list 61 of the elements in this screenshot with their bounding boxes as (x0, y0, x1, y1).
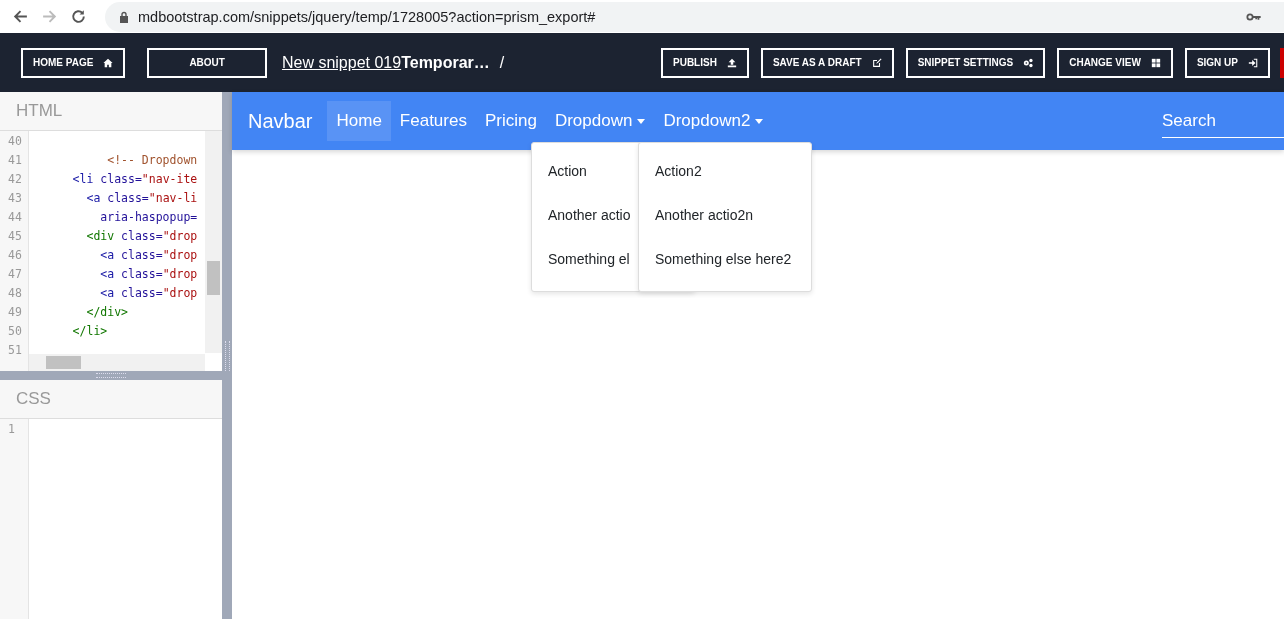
back-icon[interactable] (12, 8, 29, 25)
header-button[interactable]: SNIPPET SETTINGS (905, 47, 1046, 78)
header-button[interactable]: HOME PAGE (21, 47, 126, 78)
editor-title: HTML (16, 101, 63, 121)
nav-link[interactable]: Features (390, 101, 476, 141)
lock-icon (119, 10, 129, 23)
header-button[interactable]: PUBLISH (661, 47, 749, 78)
split-handle[interactable] (222, 92, 232, 619)
dropdown-item[interactable]: Action2 (639, 149, 811, 193)
line-number: 46 (7, 247, 23, 262)
vertical-scrollbar[interactable] (205, 131, 222, 353)
line-number: 41 (7, 152, 23, 167)
code-line: <a class="nav-li (85, 190, 199, 205)
code-line: </li> (71, 323, 109, 338)
line-number: 1 (7, 421, 16, 436)
code-line: <a class="drop (99, 247, 199, 262)
header-button[interactable]: ABOUT (147, 47, 267, 78)
upload-icon (726, 57, 737, 68)
code-line: <!-- Dropdown (106, 152, 199, 167)
header-button[interactable]: SIGN UP (1184, 47, 1270, 78)
line-number: 43 (7, 190, 23, 205)
gears-icon (1023, 57, 1034, 68)
resize-handle[interactable] (0, 371, 222, 380)
code-line: </div> (85, 304, 129, 319)
nav-link[interactable]: Pricing (475, 101, 546, 141)
line-number: 42 (7, 171, 23, 186)
edit-icon (871, 57, 882, 68)
navbar-brand[interactable]: Navbar (248, 109, 313, 133)
line-number: 45 (7, 228, 23, 243)
line-number: 47 (7, 266, 23, 281)
url-text: mdbootstrap.com/snippets/jquery/temp/1728005?action=prism_export# (138, 8, 596, 25)
forward-icon[interactable] (41, 8, 58, 25)
path-separator: / (499, 53, 505, 72)
sign-in-icon (1248, 57, 1258, 68)
line-number: 51 (7, 342, 23, 357)
dropdown-item[interactable]: Something else here2 (639, 237, 811, 281)
line-number: 48 (7, 285, 23, 300)
line-number: 49 (7, 304, 23, 319)
code-line: aria-haspopup= (99, 209, 199, 224)
code-line: <a class="drop (99, 266, 199, 281)
code-line: <a class="drop (99, 285, 199, 300)
address-bar[interactable]: mdbootstrap.com/snippets/jquery/temp/1728005?action=prism_export# (105, 1, 1284, 32)
nav-link[interactable]: Dropdown (545, 101, 655, 141)
nav-link[interactable]: Dropdown2 (654, 101, 773, 141)
header-button[interactable]: SAVE AS A DRAFT (760, 47, 894, 78)
line-number: 40 (7, 133, 23, 148)
snippet-link[interactable]: New snippet 019 (281, 53, 402, 72)
editor-title: CSS (16, 389, 51, 409)
reload-icon[interactable] (70, 8, 87, 25)
line-number: 44 (7, 209, 23, 224)
grid-icon (1150, 57, 1161, 68)
key-icon[interactable] (1246, 11, 1262, 22)
code-line: <li class="nav-ite (71, 171, 199, 186)
code-line: <div class="drop (85, 228, 199, 243)
horizontal-scrollbar[interactable] (29, 354, 205, 371)
search-field[interactable]: Search (1162, 104, 1284, 138)
header-button[interactable]: CHANGE VIEW (1057, 47, 1173, 78)
home-icon (103, 57, 114, 68)
line-number: 50 (7, 323, 23, 338)
snippet-name: Temporar… (401, 53, 490, 72)
dropdown-item[interactable]: Another actio2n (639, 193, 811, 237)
